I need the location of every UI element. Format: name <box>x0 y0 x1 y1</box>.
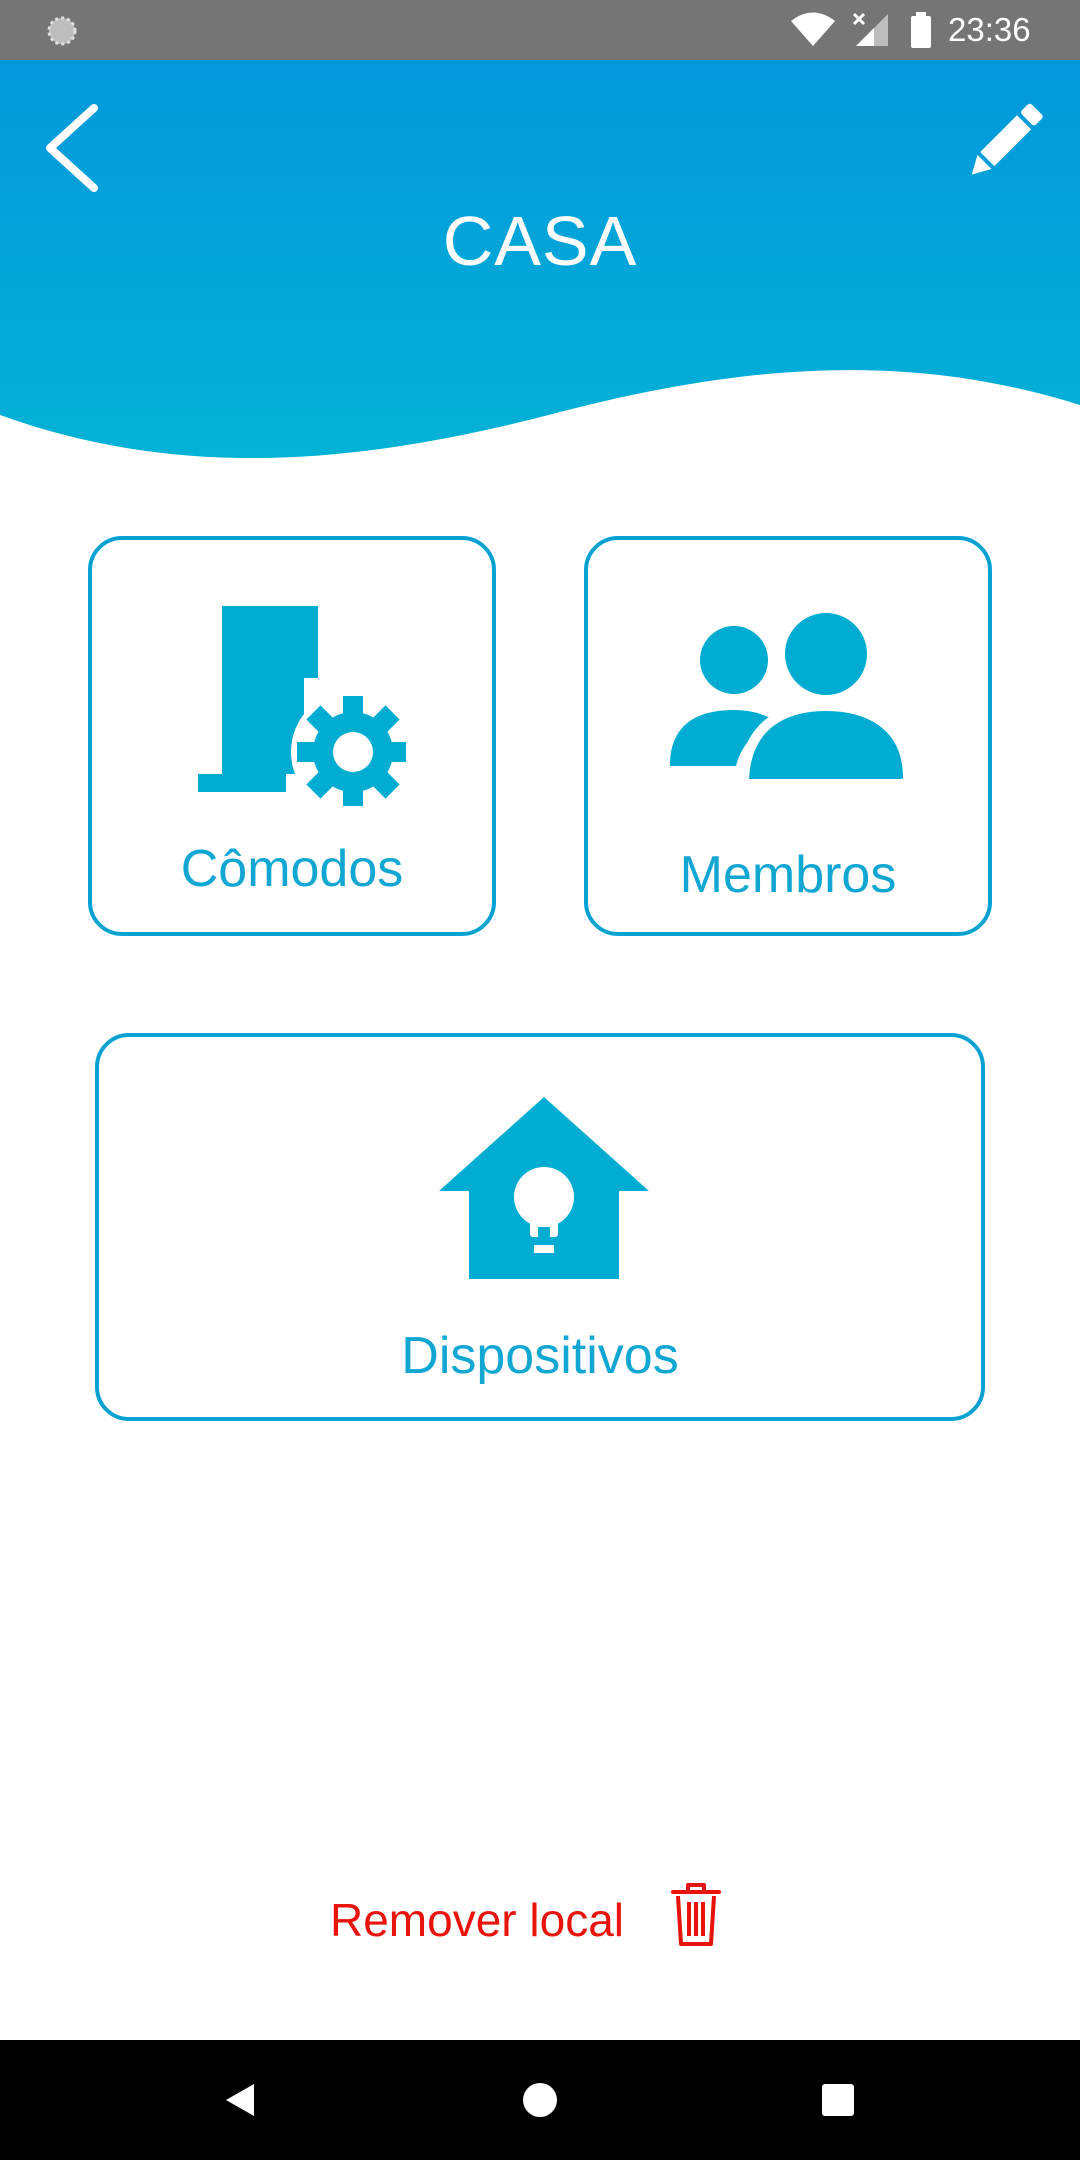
wifi-icon <box>791 12 835 46</box>
members-icon <box>670 610 910 789</box>
chevron-left-icon <box>46 104 98 192</box>
status-time: 23:36 <box>948 11 1031 48</box>
back-button[interactable] <box>36 100 112 196</box>
recents-square-icon[interactable] <box>808 2070 868 2130</box>
dispositivos-label: Dispositivos <box>401 1327 679 1385</box>
edit-button[interactable] <box>960 90 1050 190</box>
comodos-card[interactable]: Cômodos <box>88 536 496 936</box>
pencil-icon <box>971 103 1043 175</box>
comodos-label: Cômodos <box>180 840 404 898</box>
header: CASA <box>0 60 1080 480</box>
signal-icon <box>852 12 888 46</box>
room-settings-icon <box>198 606 406 806</box>
notification-icon <box>47 16 77 46</box>
dispositivos-card[interactable]: Dispositivos <box>95 1033 985 1421</box>
remove-local-label: Remover local <box>330 1894 624 1946</box>
membros-card[interactable]: Membros <box>584 536 992 936</box>
navigation-bar <box>0 2040 1080 2160</box>
page-title: CASA <box>442 202 638 280</box>
home-circle-icon[interactable] <box>510 2070 570 2130</box>
screen: 23:36 CASA Cômodos Membros Dispositivos … <box>0 0 1080 2160</box>
membros-label: Membros <box>679 846 897 904</box>
house-bulb-icon <box>439 1097 649 1279</box>
battery-icon <box>911 12 931 48</box>
status-bar: 23:36 <box>0 0 1080 60</box>
remove-local-button[interactable]: Remover local <box>330 1880 750 1960</box>
trash-icon <box>671 1883 721 1946</box>
back-triangle-icon[interactable] <box>210 2070 270 2130</box>
